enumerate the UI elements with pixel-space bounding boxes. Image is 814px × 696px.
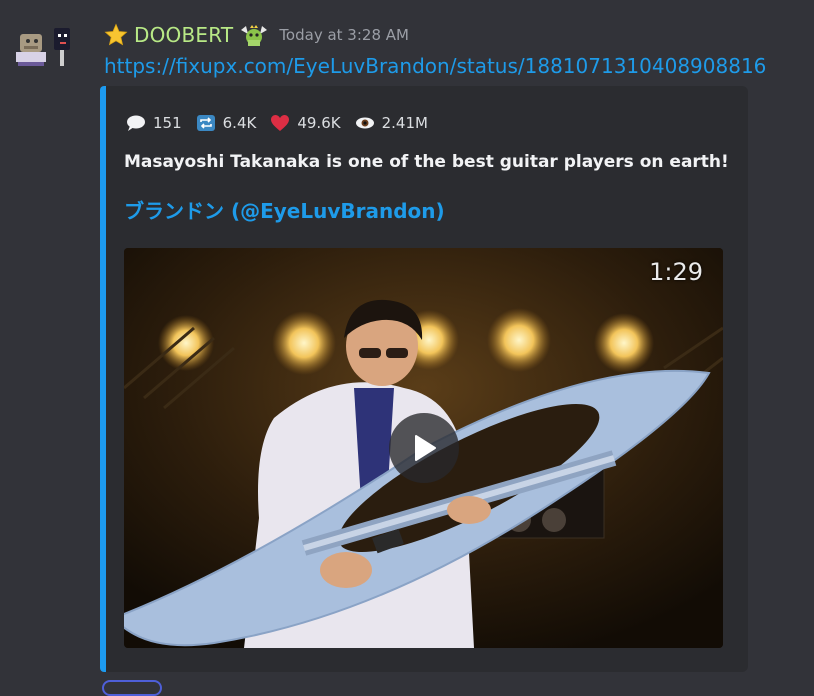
- video-player[interactable]: 1:29: [124, 248, 723, 648]
- star-icon: [104, 23, 128, 46]
- replies-stat: 151: [126, 114, 182, 132]
- views-stat: 2.41M: [355, 114, 428, 132]
- avatar[interactable]: [16, 22, 80, 74]
- username[interactable]: DOOBERT: [134, 23, 233, 47]
- tweet-stats: 151 6.4K 49.6K 2.41M: [126, 112, 442, 134]
- reaction-pill[interactable]: [102, 680, 162, 696]
- play-icon: [415, 435, 436, 461]
- likes-count: 49.6K: [297, 114, 341, 132]
- embed-author-link[interactable]: ブランドン (@EyeLuvBrandon): [124, 195, 445, 224]
- retweets-count: 6.4K: [222, 114, 257, 132]
- link-embed: 151 6.4K 49.6K 2.41M Masayoshi Takanaka …: [100, 86, 748, 672]
- heart-icon: [271, 115, 290, 131]
- tweet-link[interactable]: https://fixupx.com/EyeLuvBrandon/status/…: [104, 54, 766, 78]
- retweets-stat: 6.4K: [196, 114, 257, 132]
- views-count: 2.41M: [381, 114, 428, 132]
- video-duration: 1:29: [649, 258, 703, 286]
- play-button[interactable]: [389, 413, 459, 483]
- message-header: DOOBERT Today at 3:28 AM: [104, 20, 409, 50]
- embed-accent-bar: [100, 86, 106, 672]
- replies-count: 151: [153, 114, 182, 132]
- likes-stat: 49.6K: [270, 114, 341, 132]
- speech-bubble-icon: [127, 115, 145, 131]
- eye-icon: [355, 117, 374, 129]
- embed-description: Masayoshi Takanaka is one of the best gu…: [124, 152, 729, 172]
- repeat-icon: [196, 115, 215, 131]
- timestamp: Today at 3:28 AM: [279, 26, 409, 44]
- winged-creature-icon: [241, 25, 268, 46]
